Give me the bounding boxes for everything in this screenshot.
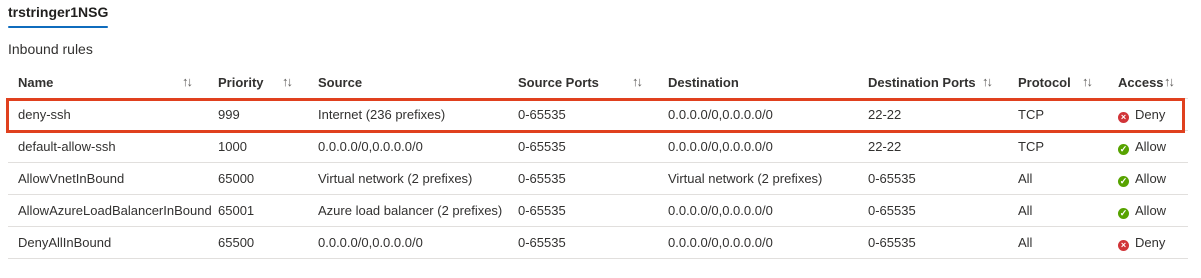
- tab-active-indicator: [8, 26, 109, 28]
- cell-source: 0.0.0.0/0,0.0.0.0/0: [308, 130, 508, 163]
- column-label: Priority: [218, 74, 264, 90]
- deny-icon: ×: [1118, 239, 1129, 251]
- cell-access: ✓ Allow: [1108, 130, 1188, 163]
- column-label: Destination Ports: [868, 74, 976, 90]
- cell-source-ports: 0-65535: [508, 226, 658, 259]
- cell-destination: 0.0.0.0/0,0.0.0.0/0: [658, 194, 858, 227]
- column-header-destination-ports[interactable]: Destination Ports ↑↓: [858, 66, 1008, 99]
- cell-protocol: All: [1008, 162, 1108, 195]
- cell-destination: Virtual network (2 prefixes): [658, 162, 858, 195]
- table-row[interactable]: AllowVnetInBound 65000 Virtual network (…: [8, 162, 1188, 195]
- column-label: Protocol: [1018, 74, 1071, 90]
- cell-destination-ports: 22-22: [858, 130, 1008, 163]
- table-row[interactable]: deny-ssh 999 Internet (236 prefixes) 0-6…: [8, 98, 1188, 131]
- sort-arrows-icon[interactable]: ↑↓: [1164, 74, 1175, 89]
- sort-arrows-icon[interactable]: ↑↓: [632, 74, 643, 89]
- column-header-source: Source: [308, 66, 508, 99]
- allow-icon: ✓: [1118, 143, 1129, 155]
- sort-arrows-icon[interactable]: ↑↓: [182, 74, 193, 89]
- inbound-rules-table: Name ↑↓ Priority ↑↓ Source Source Ports ↑↓ …: [8, 66, 1188, 259]
- column-header-access[interactable]: Access ↑↓: [1108, 66, 1188, 99]
- access-label: Allow: [1135, 202, 1167, 218]
- cell-destination-ports: 0-65535: [858, 194, 1008, 227]
- access-label: Allow: [1135, 170, 1167, 186]
- cell-access: ✓ Allow: [1108, 194, 1188, 227]
- cell-protocol: All: [1008, 226, 1108, 259]
- cell-priority: 1000: [208, 130, 308, 163]
- cell-priority: 65001: [208, 194, 308, 227]
- cell-access: × Deny: [1108, 98, 1188, 131]
- tab-nsg[interactable]: trstringer1NSG: [8, 4, 109, 30]
- cell-source-ports: 0-65535: [508, 194, 658, 227]
- allow-icon: ✓: [1118, 175, 1129, 187]
- sort-arrows-icon[interactable]: ↑↓: [1082, 74, 1093, 89]
- cell-name: AllowAzureLoadBalancerInBound: [8, 194, 212, 227]
- cell-source: 0.0.0.0/0,0.0.0.0/0: [308, 226, 508, 259]
- cell-access: ✓ Allow: [1108, 162, 1188, 195]
- cell-destination-ports: 0-65535: [858, 162, 1008, 195]
- column-label: Destination: [668, 74, 739, 90]
- table-row[interactable]: DenyAllInBound 65500 0.0.0.0/0,0.0.0.0/0…: [8, 226, 1188, 259]
- cell-priority: 65500: [208, 226, 308, 259]
- column-label: Access: [1118, 74, 1164, 90]
- cell-source: Internet (236 prefixes): [308, 98, 508, 131]
- cell-priority: 999: [208, 98, 308, 131]
- column-header-destination: Destination: [658, 66, 858, 99]
- cell-priority: 65000: [208, 162, 308, 195]
- column-header-protocol[interactable]: Protocol ↑↓: [1008, 66, 1108, 99]
- cell-source: Azure load balancer (2 prefixes): [308, 194, 508, 227]
- access-label: Allow: [1135, 138, 1167, 154]
- cell-destination-ports: 22-22: [858, 98, 1008, 131]
- cell-name: default-allow-ssh: [8, 130, 208, 163]
- access-label: Deny: [1135, 234, 1166, 250]
- cell-destination: 0.0.0.0/0,0.0.0.0/0: [658, 130, 858, 163]
- column-header-source-ports[interactable]: Source Ports ↑↓: [508, 66, 658, 99]
- tab-label: trstringer1NSG: [8, 4, 109, 20]
- cell-protocol: TCP: [1008, 98, 1108, 131]
- cell-source-ports: 0-65535: [508, 162, 658, 195]
- cell-destination-ports: 0-65535: [858, 226, 1008, 259]
- column-label: Source: [318, 74, 363, 90]
- table-header-row: Name ↑↓ Priority ↑↓ Source Source Ports ↑↓ …: [8, 66, 1188, 99]
- cell-source-ports: 0-65535: [508, 130, 658, 163]
- allow-icon: ✓: [1118, 207, 1129, 219]
- column-header-priority[interactable]: Priority ↑↓: [208, 66, 308, 99]
- cell-access: × Deny: [1108, 226, 1188, 259]
- cell-source: Virtual network (2 prefixes): [308, 162, 508, 195]
- access-label: Deny: [1135, 106, 1166, 122]
- deny-icon: ×: [1118, 111, 1129, 123]
- table-row[interactable]: AllowAzureLoadBalancerInBound 65001 Azur…: [8, 194, 1188, 227]
- sort-arrows-icon[interactable]: ↑↓: [982, 74, 993, 89]
- cell-protocol: All: [1008, 194, 1108, 227]
- cell-protocol: TCP: [1008, 130, 1108, 163]
- cell-destination: 0.0.0.0/0,0.0.0.0/0: [658, 226, 858, 259]
- column-header-name[interactable]: Name ↑↓: [8, 66, 208, 99]
- cell-destination: 0.0.0.0/0,0.0.0.0/0: [658, 98, 858, 131]
- cell-name: AllowVnetInBound: [8, 162, 208, 195]
- cell-source-ports: 0-65535: [508, 98, 658, 131]
- cell-name: deny-ssh: [8, 98, 208, 131]
- column-label: Name: [18, 74, 54, 90]
- cell-name: DenyAllInBound: [8, 226, 208, 259]
- section-title: Inbound rules: [8, 41, 93, 57]
- table-row[interactable]: default-allow-ssh 1000 0.0.0.0/0,0.0.0.0…: [8, 130, 1188, 163]
- column-label: Source Ports: [518, 74, 599, 90]
- sort-arrows-icon[interactable]: ↑↓: [282, 74, 293, 89]
